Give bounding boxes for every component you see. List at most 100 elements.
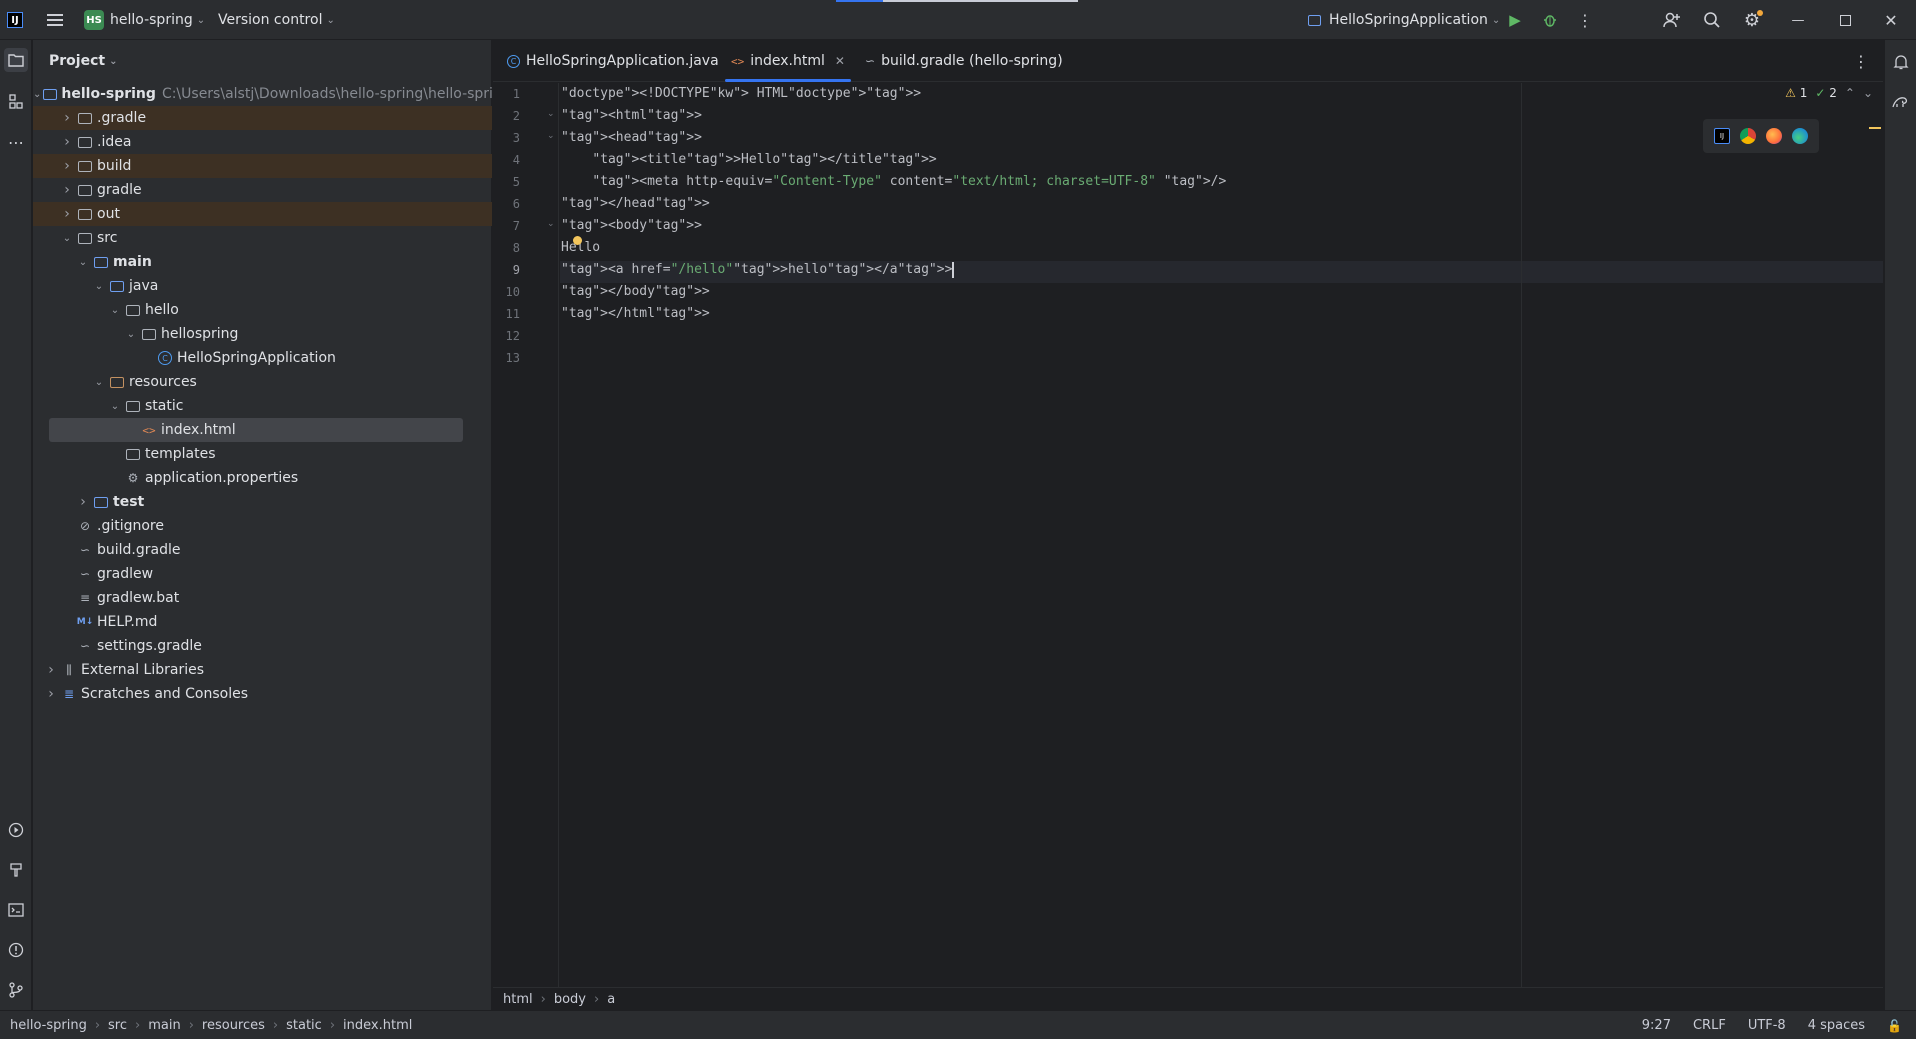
indent-setting[interactable]: 4 spaces [1808,1018,1865,1033]
status-path-item[interactable]: hello-spring [10,1018,87,1033]
vcs-menu[interactable]: Version control ⌄ [218,0,335,40]
status-path-item[interactable]: index.html [343,1018,412,1033]
warning-stripe-marker[interactable] [1869,127,1881,129]
status-path-item[interactable]: main [148,1018,180,1033]
fold-icon[interactable]: ⌄ [547,109,555,119]
tree-item[interactable]: › gradle [33,178,492,202]
fold-icon[interactable]: ⌄ [547,219,555,229]
chevron-down-icon[interactable]: ⌄ [59,233,75,244]
chevron-right-icon[interactable]: › [59,134,75,150]
tree-item[interactable]: ⊘ .gitignore [33,514,492,538]
main-menu-icon[interactable] [40,5,70,35]
close-icon[interactable]: ✕ [1876,5,1906,35]
debug-icon[interactable] [1535,5,1565,35]
search-icon[interactable] [1697,5,1727,35]
tree-item[interactable]: ⌄ hello-spring C:\Users\alstj\Downloads\he… [33,82,511,106]
code-line[interactable]: "tag"><title"tag">>Hello"tag"></title"ta… [561,149,936,171]
tree-item[interactable]: ⚙ application.properties [33,466,492,490]
add-user-icon[interactable] [1657,5,1687,35]
tree-item[interactable]: ⌄ resources [33,370,492,394]
read-only-lock-icon[interactable]: 🔓 [1887,1019,1902,1033]
code-line[interactable]: "tag"><body"tag">> [561,215,702,237]
fold-icon[interactable]: ⌄ [547,131,555,141]
code-line[interactable]: "tag"><head"tag">> [561,127,702,149]
chevron-down-icon[interactable]: ⌄ [107,401,123,412]
chevron-down-icon[interactable]: ⌄ [123,329,139,340]
tree-item[interactable]: › ⫼ External Libraries [33,658,492,682]
chevron-down-icon[interactable]: ⌄ [33,89,41,100]
chevron-down-icon[interactable]: ⌄ [75,257,91,268]
breadcrumb-body[interactable]: body [554,992,586,1007]
intellij-browser-icon[interactable]: IJ [1714,128,1730,144]
chevron-down-icon[interactable]: ⌄ [1863,86,1873,100]
tree-item[interactable]: ∽ gradlew [33,562,492,586]
restore-icon[interactable] [1830,5,1860,35]
more-icon[interactable]: ⋮ [1570,5,1600,35]
tab-build-gradle[interactable]: ∽ build.gradle (hello-spring) [865,40,1063,82]
chevron-right-icon[interactable]: › [59,206,75,222]
tab-index-html[interactable]: <> index.html ✕ [725,40,851,82]
edge-icon[interactable] [1792,128,1808,144]
chevron-down-icon[interactable]: ⌄ [91,377,107,388]
structure-icon[interactable] [4,90,28,114]
minimize-icon[interactable]: — [1783,5,1813,35]
chevron-right-icon[interactable]: › [75,494,91,510]
tree-item[interactable]: ∽ settings.gradle [33,634,492,658]
tree-item[interactable]: ≡ gradlew.bat [33,586,492,610]
more-tools-icon[interactable]: ⋯ [4,130,28,154]
tree-item[interactable]: templates [33,442,492,466]
project-panel-header[interactable]: Project ⌄ [33,40,491,82]
git-icon[interactable] [4,978,28,1002]
firefox-icon[interactable] [1766,128,1782,144]
project-switcher[interactable]: HS hello-spring ⌄ [84,0,205,40]
code-line[interactable]: "tag"><meta http-equiv="Content-Type" co… [561,171,1226,193]
tab-hellospringapplication[interactable]: C HelloSpringApplication.java [507,40,719,82]
intention-bulb-icon[interactable] [573,236,582,245]
code-line[interactable]: "tag"><html"tag">> [561,105,702,127]
code-line[interactable]: "tag"></body"tag">> [561,281,710,303]
tree-item[interactable]: ∽ build.gradle [33,538,492,562]
caret-position[interactable]: 9:27 [1642,1018,1671,1033]
problems-icon[interactable] [4,938,28,962]
code-line[interactable]: "doctype"><!DOCTYPE"kw"> HTML"doctype">"… [561,83,921,105]
code-editor[interactable]: 1 2 ⌄ 3 ⌄ 4 5 6 7 ⌄ 8 9 10 11 12 13 "doctype"><!DOCTYPE… [493,83,1883,987]
services-icon[interactable] [4,818,28,842]
chevron-down-icon[interactable]: ⌄ [107,305,123,316]
tree-item[interactable]: ⌄ hellospring [33,322,492,346]
tree-item[interactable]: ⌄ src [33,226,492,250]
gradle-tool-icon[interactable] [1889,90,1913,114]
chevron-down-icon[interactable]: ⌄ [91,281,107,292]
chevron-up-icon[interactable]: ⌃ [1845,86,1855,100]
tree-item[interactable]: M↓ HELP.md [33,610,492,634]
tree-item[interactable]: › build [33,154,492,178]
chevron-right-icon[interactable]: › [43,662,59,678]
chevron-right-icon[interactable]: › [59,158,75,174]
build-icon[interactable] [4,858,28,882]
settings-icon[interactable]: ⚙ [1737,5,1767,35]
chevron-right-icon[interactable]: › [59,182,75,198]
line-ending[interactable]: CRLF [1693,1018,1726,1033]
chrome-icon[interactable] [1740,128,1756,144]
tree-item[interactable]: ⌄ main [33,250,492,274]
tree-item[interactable]: › out [33,202,492,226]
chevron-right-icon[interactable]: › [43,686,59,702]
tree-item[interactable]: › ≣ Scratches and Consoles [33,682,492,706]
tree-item[interactable]: › .gradle [33,106,492,130]
status-path-item[interactable]: src [108,1018,127,1033]
tree-item[interactable]: ⌄ static [33,394,492,418]
tree-item[interactable]: ⌄ hello [33,298,492,322]
tree-item[interactable]: ⌄ java [33,274,492,298]
tree-item[interactable]: › test [33,490,492,514]
notifications-icon[interactable] [1889,50,1913,74]
status-path-item[interactable]: static [286,1018,322,1033]
project-folder-icon[interactable] [4,48,28,72]
code-line[interactable]: "tag"><a href="/hello""tag">>hello"tag">… [561,259,955,281]
tree-item[interactable]: › .idea [33,130,492,154]
status-path-item[interactable]: resources [202,1018,265,1033]
close-tab-icon[interactable]: ✕ [835,54,845,68]
tabs-more-icon[interactable]: ⋮ [1853,40,1869,82]
breadcrumb-a[interactable]: a [607,992,615,1007]
chevron-right-icon[interactable]: › [59,110,75,126]
run-config-selector[interactable]: HelloSpringApplication ⌄ [1308,0,1500,40]
code-line[interactable]: "tag"></head"tag">> [561,193,710,215]
